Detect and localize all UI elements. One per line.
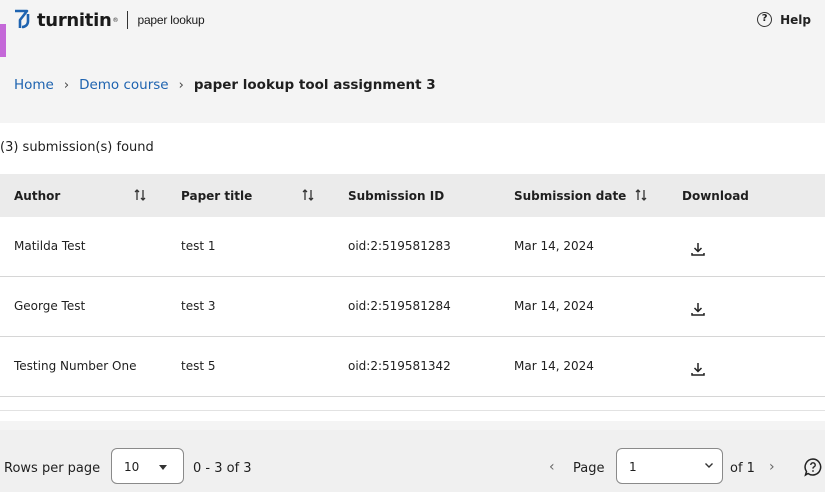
caret-down-icon: [159, 465, 167, 470]
cell-author: George Test: [14, 299, 86, 313]
brand-logo[interactable]: turnitin ® paper lookup: [12, 8, 205, 32]
page-select-value: 1: [629, 460, 637, 474]
column-author[interactable]: Author: [14, 189, 60, 203]
cell-author: Testing Number One: [14, 359, 137, 373]
breadcrumb-current: paper lookup tool assignment 3: [193, 77, 436, 93]
sort-arrows-icon[interactable]: [301, 187, 315, 203]
brand-trademark: ®: [112, 16, 119, 24]
chevron-left-icon[interactable]: ‹: [549, 459, 555, 475]
rows-per-page-value: 10: [124, 460, 140, 474]
brand-name: turnitin: [37, 9, 112, 31]
chevron-down-icon: [705, 463, 713, 468]
page-total: of 1: [730, 461, 755, 476]
help-button[interactable]: ? Help: [757, 12, 811, 27]
table-header: Author Paper title Submission ID Submiss…: [0, 174, 825, 217]
column-submission-date[interactable]: Submission date: [514, 189, 626, 203]
breadcrumb-home-link[interactable]: Home: [14, 77, 54, 93]
sort-arrows-icon[interactable]: [133, 187, 147, 203]
cell-submission-date: Mar 14, 2024: [514, 239, 594, 253]
chat-help-icon[interactable]: [803, 457, 823, 477]
help-circle-icon: ?: [757, 12, 773, 27]
page-label: Page: [573, 461, 605, 476]
rows-per-page-select[interactable]: 10: [111, 448, 184, 484]
brand-divider: [127, 11, 129, 29]
cell-submission-date: Mar 14, 2024: [514, 359, 594, 373]
chevron-right-icon: ›: [178, 77, 184, 93]
pagination-bar: Rows per page 10 0 - 3 of 3 ‹ Page 1 of …: [0, 430, 825, 492]
rows-per-page-label: Rows per page: [4, 461, 101, 476]
table-row: Testing Number One test 5 oid:2:51958134…: [0, 337, 825, 397]
cell-submission-id: oid:2:519581342: [348, 359, 451, 373]
chevron-right-icon: ›: [63, 77, 70, 93]
sort-arrows-icon[interactable]: [634, 187, 648, 203]
results-count: (3) submission(s) found: [0, 140, 154, 155]
chevron-right-icon[interactable]: ›: [769, 459, 775, 475]
cell-paper-title: test 3: [181, 299, 216, 313]
table-row: Matilda Test test 1 oid:2:519581283 Mar …: [0, 217, 825, 277]
product-name: paper lookup: [137, 13, 205, 27]
cell-submission-date: Mar 14, 2024: [514, 299, 594, 313]
breadcrumb: Home › Demo course › paper lookup tool a…: [14, 77, 436, 93]
cell-paper-title: test 1: [181, 239, 216, 253]
table-bottom-divider: [0, 410, 825, 411]
page-select[interactable]: 1: [616, 448, 723, 484]
cell-paper-title: test 5: [181, 359, 216, 373]
download-icon[interactable]: [690, 361, 706, 377]
download-icon[interactable]: [690, 241, 706, 257]
pagination-range: 0 - 3 of 3: [193, 461, 252, 476]
cell-submission-id: oid:2:519581284: [348, 299, 451, 313]
column-submission-id: Submission ID: [348, 189, 445, 203]
help-label: Help: [780, 12, 811, 27]
table-row: George Test test 3 oid:2:519581284 Mar 1…: [0, 277, 825, 337]
turnitin-logo-icon: [15, 9, 30, 29]
column-paper-title[interactable]: Paper title: [181, 189, 252, 203]
cell-submission-id: oid:2:519581283: [348, 239, 451, 253]
download-icon[interactable]: [690, 301, 706, 317]
breadcrumb-course-link[interactable]: Demo course: [79, 77, 169, 93]
cell-author: Matilda Test: [14, 239, 86, 253]
column-download: Download: [682, 189, 749, 203]
top-bar: turnitin ® paper lookup ? Help: [0, 0, 825, 44]
